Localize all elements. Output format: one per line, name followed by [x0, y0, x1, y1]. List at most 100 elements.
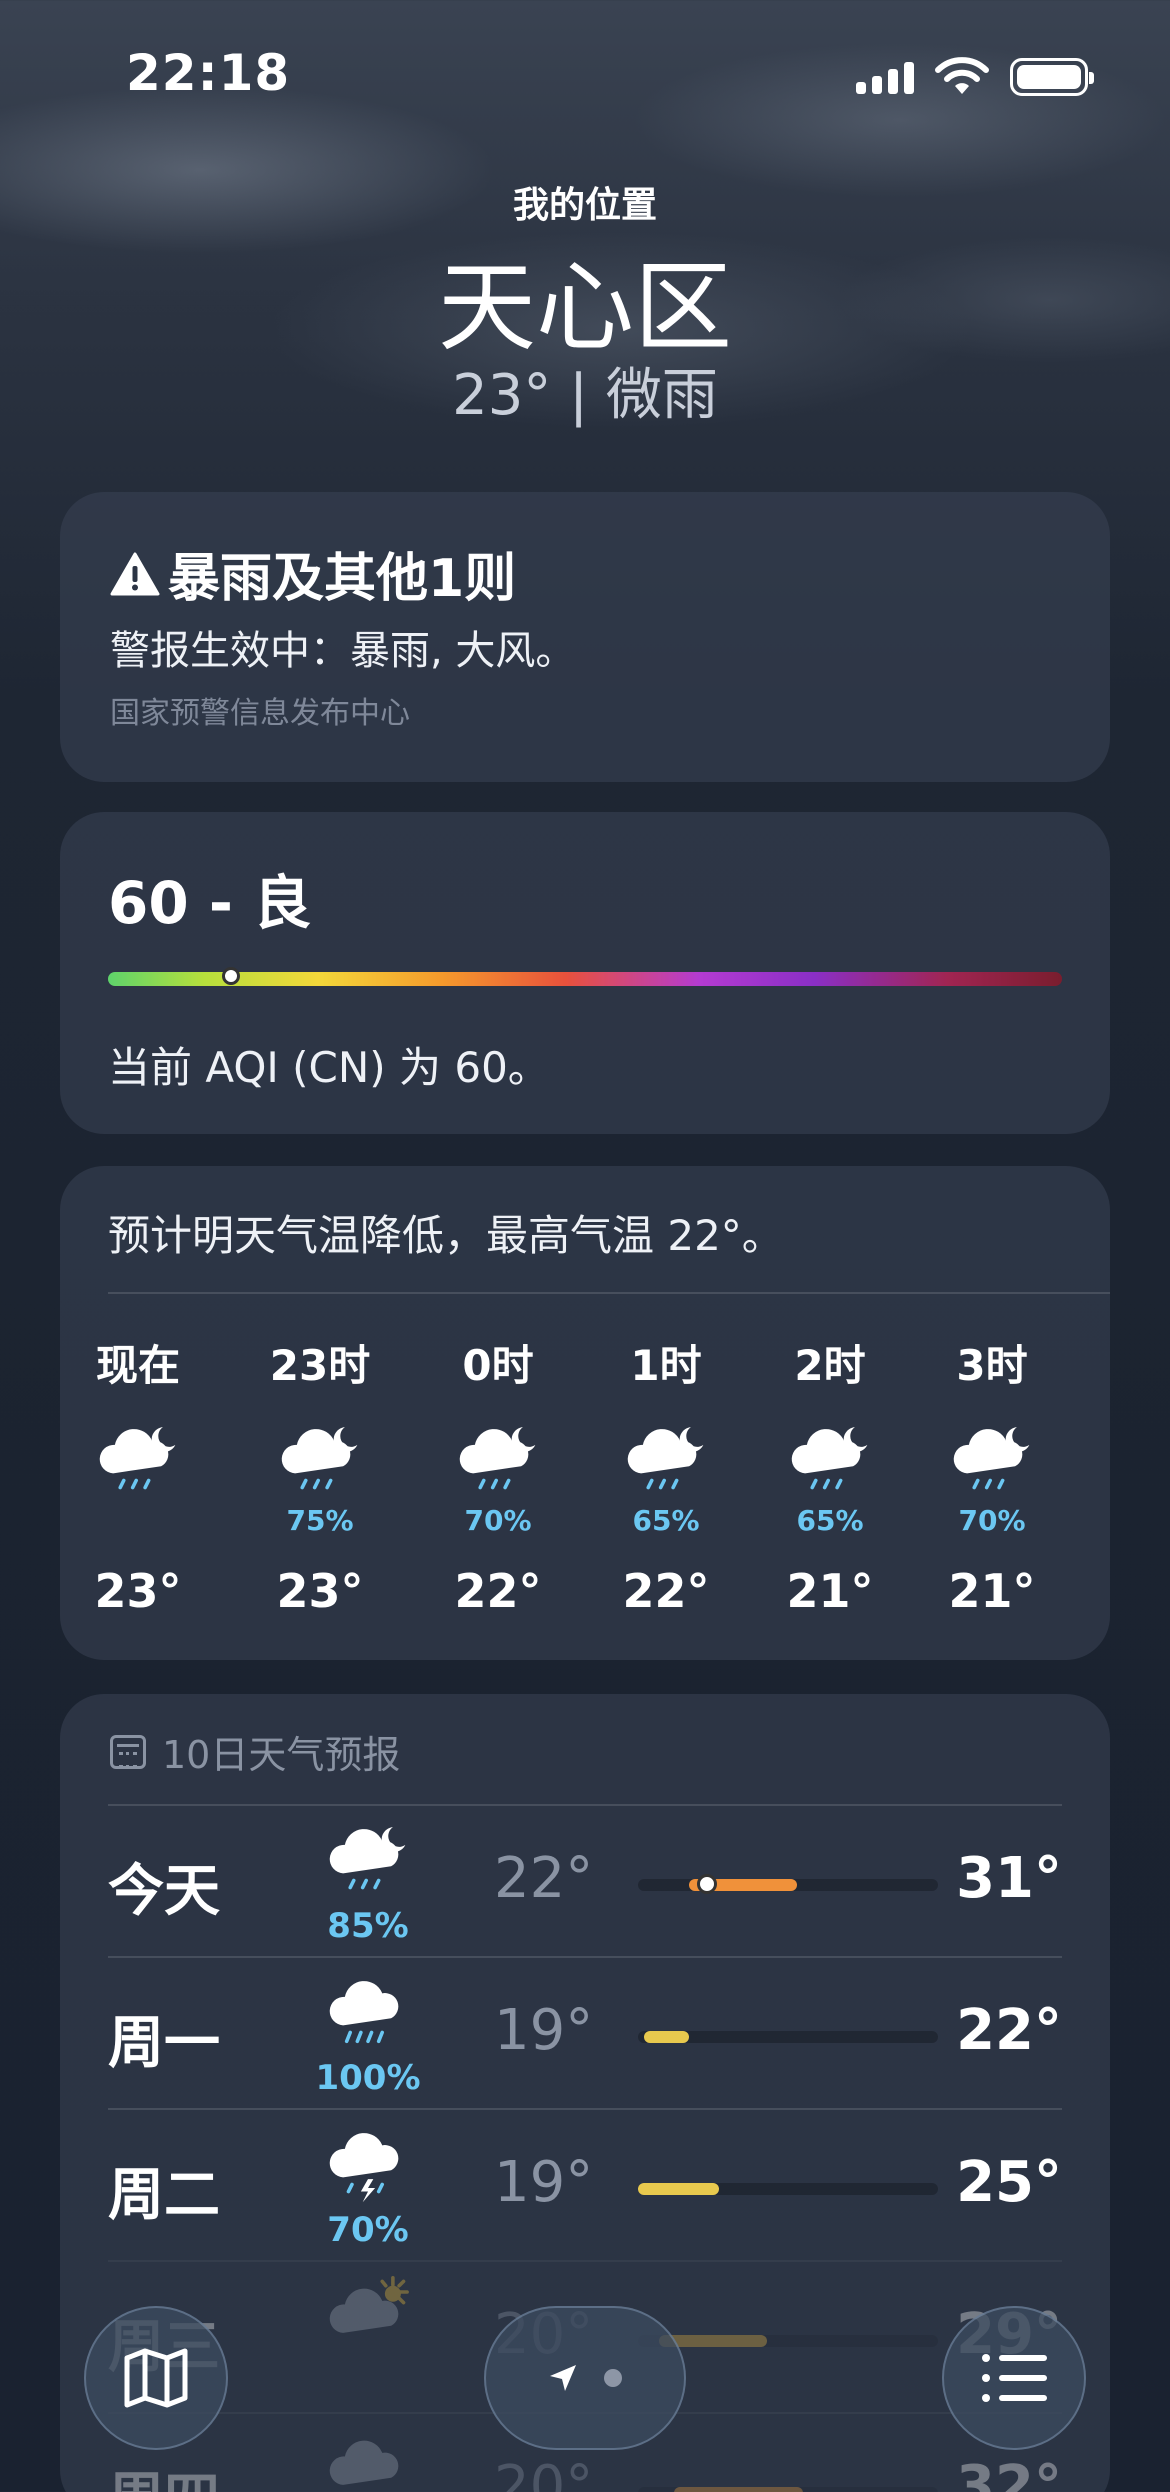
forecast-title: 10日天气预报: [162, 1733, 401, 1777]
cellular-signal-icon: [856, 60, 914, 94]
page-dot: [604, 2369, 622, 2387]
temp-range-track: [638, 2031, 938, 2043]
location-label: 我的位置: [512, 185, 657, 226]
list-icon: [982, 2354, 1047, 2402]
aqi-scale-bar: [108, 972, 1062, 986]
forecast-header: 10日天气预报: [110, 1724, 400, 1779]
hour-precip: 65%: [796, 1504, 864, 1537]
hour-icon: [428, 1420, 568, 1510]
city-name: 天心区: [437, 251, 732, 365]
hour-label: 23时: [269, 1341, 371, 1390]
alert-body: 警报生效中：暴雨, 大风。: [110, 628, 576, 674]
hour-label: 2时: [794, 1341, 866, 1390]
hour-temp: 21°: [786, 1564, 874, 1618]
forecast-day: 周一: [108, 2011, 220, 2076]
hour-temp: 22°: [622, 1564, 710, 1618]
hour-label: 3时: [956, 1341, 1028, 1390]
cloud-moon-rain-icon: [953, 1427, 1030, 1490]
status-bar: 22:18: [0, 0, 1170, 150]
cloud-rain-icon: [329, 1981, 399, 2044]
alert-title-row: 暴雨及其他1则: [110, 536, 516, 611]
forecast-icon: [308, 2124, 428, 2214]
alert-source: 国家预警信息发布中心: [110, 696, 410, 731]
calendar-icon: [110, 1734, 146, 1769]
forecast-day: 周四: [108, 2454, 220, 2492]
forecast-row[interactable]: 周二 70% 19° 25°: [108, 2108, 1062, 2258]
warning-triangle-icon: [110, 552, 160, 595]
forecast-icon: [308, 1972, 428, 2062]
temp-range-bar: [638, 2183, 719, 2195]
cloud-bolt-rain-icon: [329, 2133, 399, 2203]
forecast-row[interactable]: 今天 85% 22° 31°: [108, 1804, 1062, 1954]
hour-icon: [250, 1420, 390, 1510]
cloud-moon-rain-icon: [329, 1827, 406, 1890]
hourly-item: 现在 23°: [68, 1332, 208, 1618]
hour-temp: 22°: [454, 1564, 542, 1618]
temp-range-bar: [644, 2031, 689, 2043]
forecast-precip: 100%: [315, 2058, 421, 2098]
hour-icon: [760, 1420, 900, 1510]
city-list-button[interactable]: [942, 2306, 1086, 2450]
cloud-icon: [329, 2440, 399, 2485]
cloud-moon-rain-icon: [627, 1427, 704, 1490]
forecast-icon: [308, 2276, 428, 2366]
forecast-icon: [308, 2428, 428, 2492]
hour-temp: 21°: [948, 1564, 1036, 1618]
temp-range-track: [638, 1874, 938, 1894]
hourly-item: 2时 65% 21°: [760, 1332, 900, 1618]
forecast-day: 周二: [108, 2163, 220, 2228]
hourly-forecast-card[interactable]: 预计明天气温降低，最高气温 22°。 现在 23° 23时 75% 23° 0时 70% 22…: [60, 1166, 1110, 1660]
forecast-precip: 85%: [327, 1906, 409, 1946]
aqi-description: 当前 AQI (CN) 为 60。: [108, 1043, 550, 1092]
forecast-low: 19°: [494, 2150, 594, 2215]
cloud-moon-rain-icon: [791, 1427, 868, 1490]
current-temp-condition: 23° | 微雨: [452, 363, 718, 428]
forecast-row[interactable]: 周一 100% 19° 22°: [108, 1956, 1062, 2106]
forecast-icon: [308, 1820, 428, 1910]
hour-precip: 65%: [632, 1504, 700, 1537]
alert-title: 暴雨及其他1则: [168, 549, 517, 609]
hour-precip: 70%: [464, 1504, 532, 1537]
cloud-moon-rain-icon: [99, 1427, 176, 1490]
forecast-low: 22°: [494, 1846, 594, 1911]
forecast-low: 20°: [494, 2454, 594, 2492]
weather-alert-card[interactable]: 暴雨及其他1则 警报生效中：暴雨, 大风。 国家预警信息发布中心: [60, 492, 1110, 782]
hour-precip: 70%: [958, 1504, 1026, 1537]
forecast-high: 31°: [956, 1846, 1062, 1911]
current-temp-dot: [697, 1874, 717, 1894]
temp-range-track: [638, 2183, 938, 2195]
status-time: 22:18: [126, 44, 291, 102]
forecast-precip: 70%: [327, 2210, 409, 2250]
hour-icon: [922, 1420, 1062, 1510]
location-arrow-icon: [550, 2365, 576, 2391]
hour-precip: [68, 1504, 208, 1540]
cloud-moon-rain-icon: [281, 1427, 358, 1490]
aqi-indicator: [222, 967, 240, 985]
map-button[interactable]: [84, 2306, 228, 2450]
location-pager-button[interactable]: [484, 2306, 686, 2450]
hourly-item: 1时 65% 22°: [596, 1332, 736, 1618]
battery-icon: [1010, 58, 1094, 96]
cloud-moon-rain-icon: [459, 1427, 536, 1490]
temp-range-bar: [674, 2487, 803, 2492]
forecast-low: 19°: [494, 1998, 594, 2063]
hour-label: 1时: [630, 1341, 702, 1390]
hour-label: 现在: [95, 1341, 180, 1390]
hour-temp: 23°: [94, 1564, 182, 1618]
forecast-high: 32°: [956, 2454, 1062, 2492]
forecast-high: 22°: [956, 1998, 1062, 2063]
hour-icon: [68, 1420, 208, 1510]
forecast-high: 25°: [956, 2150, 1062, 2215]
hour-temp: 23°: [276, 1564, 364, 1618]
temp-range-track: [638, 2487, 938, 2492]
hourly-item: 0时 70% 22°: [428, 1332, 568, 1618]
aqi-value: 60 - 良: [108, 869, 312, 937]
air-quality-card[interactable]: 60 - 良 当前 AQI (CN) 为 60。: [60, 812, 1110, 1134]
hourly-summary: 预计明天气温降低，最高气温 22°。: [108, 1211, 784, 1260]
map-icon: [124, 2348, 188, 2408]
hour-precip: 75%: [286, 1504, 354, 1537]
hourly-item: 23时 75% 23°: [250, 1332, 390, 1618]
cloud-sun-icon: [329, 2276, 409, 2333]
forecast-day: 今天: [108, 1859, 220, 1924]
divider: [108, 1292, 1110, 1294]
